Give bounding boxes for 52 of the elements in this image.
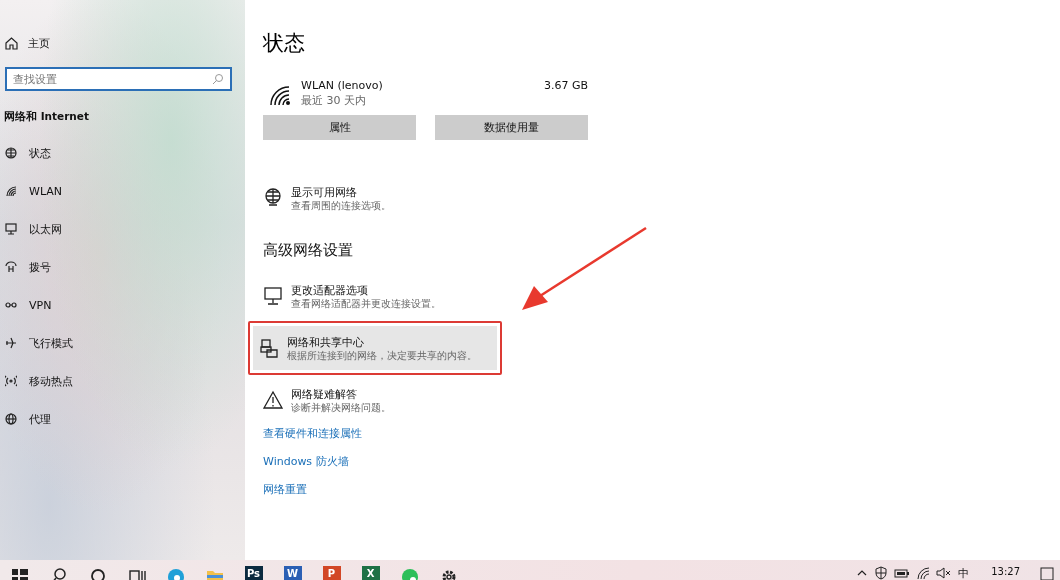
link[interactable]: Windows 防火墙: [263, 454, 349, 470]
globe-icon: [263, 188, 283, 208]
app-icon[interactable]: X: [361, 566, 380, 580]
warning-icon: [263, 390, 283, 410]
nav-item[interactable]: 拨号: [0, 248, 245, 286]
network-name: WLAN (lenovo): [301, 78, 384, 93]
settings-link[interactable]: 网络疑难解答 诊断并解决网络问题。: [263, 378, 507, 422]
monitor-icon: [263, 286, 283, 306]
link[interactable]: 查看硬件和连接属性: [263, 426, 362, 442]
app-icon[interactable]: Ps: [244, 566, 263, 580]
airplane-icon: [5, 337, 17, 349]
home-icon: [5, 36, 18, 50]
nav-item[interactable]: 飞行模式: [0, 324, 245, 362]
section-heading: 网络和 Internet: [3, 109, 90, 124]
search-icon: [212, 73, 224, 85]
notification-icon[interactable]: [1040, 566, 1054, 580]
globe-icon: [5, 413, 17, 425]
monitor-icon: [5, 223, 17, 235]
nav-item[interactable]: 代理: [0, 400, 245, 438]
app-icon[interactable]: P: [322, 566, 341, 580]
browser-icon[interactable]: [165, 566, 186, 580]
input-method[interactable]: 中: [958, 565, 970, 580]
wifi-icon[interactable]: [916, 566, 931, 580]
wifi-icon: [5, 185, 17, 197]
app-icon[interactable]: W: [283, 566, 302, 580]
home-link[interactable]: 主页: [0, 32, 245, 54]
search-field[interactable]: 查找设置: [5, 67, 232, 91]
globe-icon: [5, 147, 17, 159]
battery-icon[interactable]: [894, 567, 911, 579]
folder-network-icon: [259, 338, 279, 358]
page-title: 状态: [263, 30, 305, 57]
vpn-icon: [5, 299, 17, 311]
network-period: 最近 30 天内: [301, 93, 367, 108]
nav-item[interactable]: 以太网: [0, 210, 245, 248]
settings-link[interactable]: 显示可用网络 查看周围的连接选项。: [263, 176, 507, 220]
action-button[interactable]: 数据使用量: [435, 115, 588, 140]
nav-item[interactable]: VPN: [0, 286, 245, 324]
wifi-icon: [268, 84, 292, 106]
nav-item[interactable]: WLAN: [0, 172, 245, 210]
nav-item[interactable]: 状态: [0, 134, 245, 172]
clock[interactable]: 13:27: [991, 566, 1020, 577]
windows-icon[interactable]: [9, 566, 30, 580]
settings-link[interactable]: 更改适配器选项 查看网络适配器并更改连接设置。: [263, 274, 507, 318]
action-button[interactable]: 属性: [263, 115, 416, 140]
hotspot-icon: [5, 375, 17, 387]
settings-link[interactable]: 网络和共享中心 根据所连接到的网络，决定要共享的内容。: [253, 326, 497, 370]
shield-icon[interactable]: [874, 566, 889, 580]
link[interactable]: 网络重置: [263, 482, 307, 498]
speaker-muted-icon[interactable]: [936, 566, 953, 580]
nav-item[interactable]: 移动热点: [0, 362, 245, 400]
data-usage: 3.67 GB: [543, 78, 588, 93]
section-heading: 高级网络设置: [263, 240, 353, 260]
